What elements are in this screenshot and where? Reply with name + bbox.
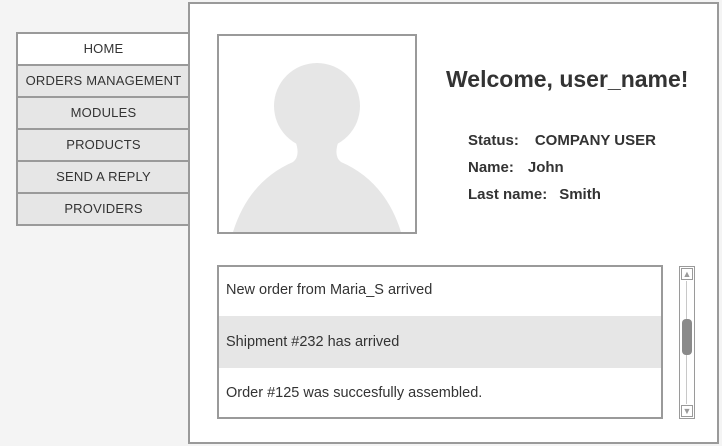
name-row: Name: John bbox=[468, 159, 564, 176]
triangle-up-icon[interactable]: ▲ bbox=[681, 268, 693, 280]
last-name-label: Last name: bbox=[468, 186, 548, 203]
list-item[interactable]: Shipment #232 has arrived bbox=[219, 316, 661, 368]
notifications-scrollbar[interactable]: ▲ ▼ bbox=[679, 266, 695, 419]
last-name-value: Smith bbox=[559, 186, 601, 203]
scrollbar-thumb[interactable] bbox=[682, 319, 692, 355]
name-label: Name: bbox=[468, 159, 514, 176]
sidebar-nav: HOME ORDERS MANAGEMENT MODULES PRODUCTS … bbox=[16, 32, 189, 226]
avatar bbox=[217, 34, 417, 234]
main-panel: Welcome, user_name! Status: COMPANY USER … bbox=[188, 2, 719, 444]
nav-item-modules[interactable]: MODULES bbox=[18, 96, 189, 128]
list-item[interactable]: New order from Maria_S arrived bbox=[219, 267, 661, 316]
nav-item-products[interactable]: PRODUCTS bbox=[18, 128, 189, 160]
list-item[interactable]: Order #125 was succesfully assembled. bbox=[219, 368, 661, 417]
triangle-down-icon[interactable]: ▼ bbox=[681, 405, 693, 417]
nav-item-orders-management[interactable]: ORDERS MANAGEMENT bbox=[18, 64, 189, 96]
nav-item-home[interactable]: HOME bbox=[18, 34, 189, 64]
status-value: COMPANY USER bbox=[534, 132, 656, 149]
status-label: Status: bbox=[468, 132, 519, 149]
last-name-row: Last name: Smith bbox=[468, 186, 601, 203]
nav-item-providers[interactable]: PROVIDERS bbox=[18, 192, 189, 224]
welcome-heading: Welcome, user_name! bbox=[446, 66, 689, 92]
user-silhouette-icon bbox=[233, 63, 401, 232]
notifications-list: New order from Maria_S arrived Shipment … bbox=[217, 265, 663, 419]
nav-item-send-a-reply[interactable]: SEND A REPLY bbox=[18, 160, 189, 192]
status-row: Status: COMPANY USER bbox=[468, 132, 656, 149]
name-value: John bbox=[527, 159, 564, 176]
